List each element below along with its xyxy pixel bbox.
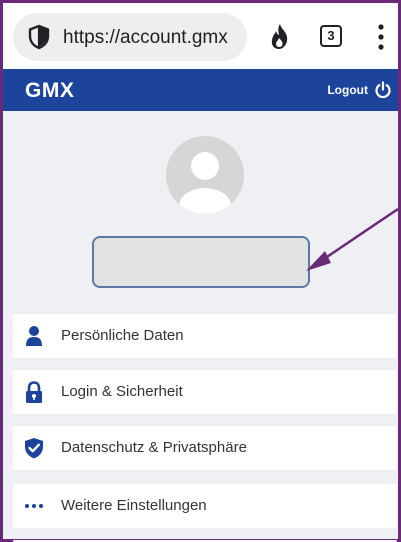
fire-icon[interactable] xyxy=(268,23,292,51)
menu-item-label: Persönliche Daten xyxy=(61,327,184,344)
logout-label: Logout xyxy=(327,83,368,97)
power-icon xyxy=(375,81,391,99)
shield-check-icon xyxy=(25,438,43,459)
tab-count: 3 xyxy=(327,28,335,43)
person-icon xyxy=(26,326,42,346)
address-bar[interactable]: https://account.gmx xyxy=(13,13,247,61)
username-field-redacted xyxy=(92,236,310,288)
user-avatar-icon[interactable] xyxy=(166,136,244,214)
url-text[interactable]: https://account.gmx xyxy=(63,27,243,49)
lock-icon xyxy=(26,381,42,403)
menu-item-personal-data[interactable]: Persönliche Daten xyxy=(13,314,397,358)
menu-icon[interactable] xyxy=(377,23,385,51)
shield-icon[interactable] xyxy=(27,24,51,50)
more-dots-icon xyxy=(25,504,43,508)
menu-item-label: Datenschutz & Privatsphäre xyxy=(61,439,247,456)
gmx-logo[interactable]: GMX xyxy=(25,79,74,103)
menu-item-label: Login & Sicherheit xyxy=(61,383,183,400)
annotation-arrow xyxy=(306,207,399,271)
menu-item-privacy[interactable]: Datenschutz & Privatsphäre xyxy=(13,426,397,470)
menu-item-more-settings[interactable]: Weitere Einstellungen xyxy=(13,484,397,528)
menu-item-label: Weitere Einstellungen xyxy=(61,497,207,514)
tabs-icon[interactable]: 3 xyxy=(320,25,342,47)
browser-toolbar: https://account.gmx 3 xyxy=(3,3,398,69)
menu-item-login-security[interactable]: Login & Sicherheit xyxy=(13,370,397,414)
logout-button[interactable]: Logout xyxy=(327,80,392,100)
gmx-header: GMX Logout xyxy=(3,69,398,111)
